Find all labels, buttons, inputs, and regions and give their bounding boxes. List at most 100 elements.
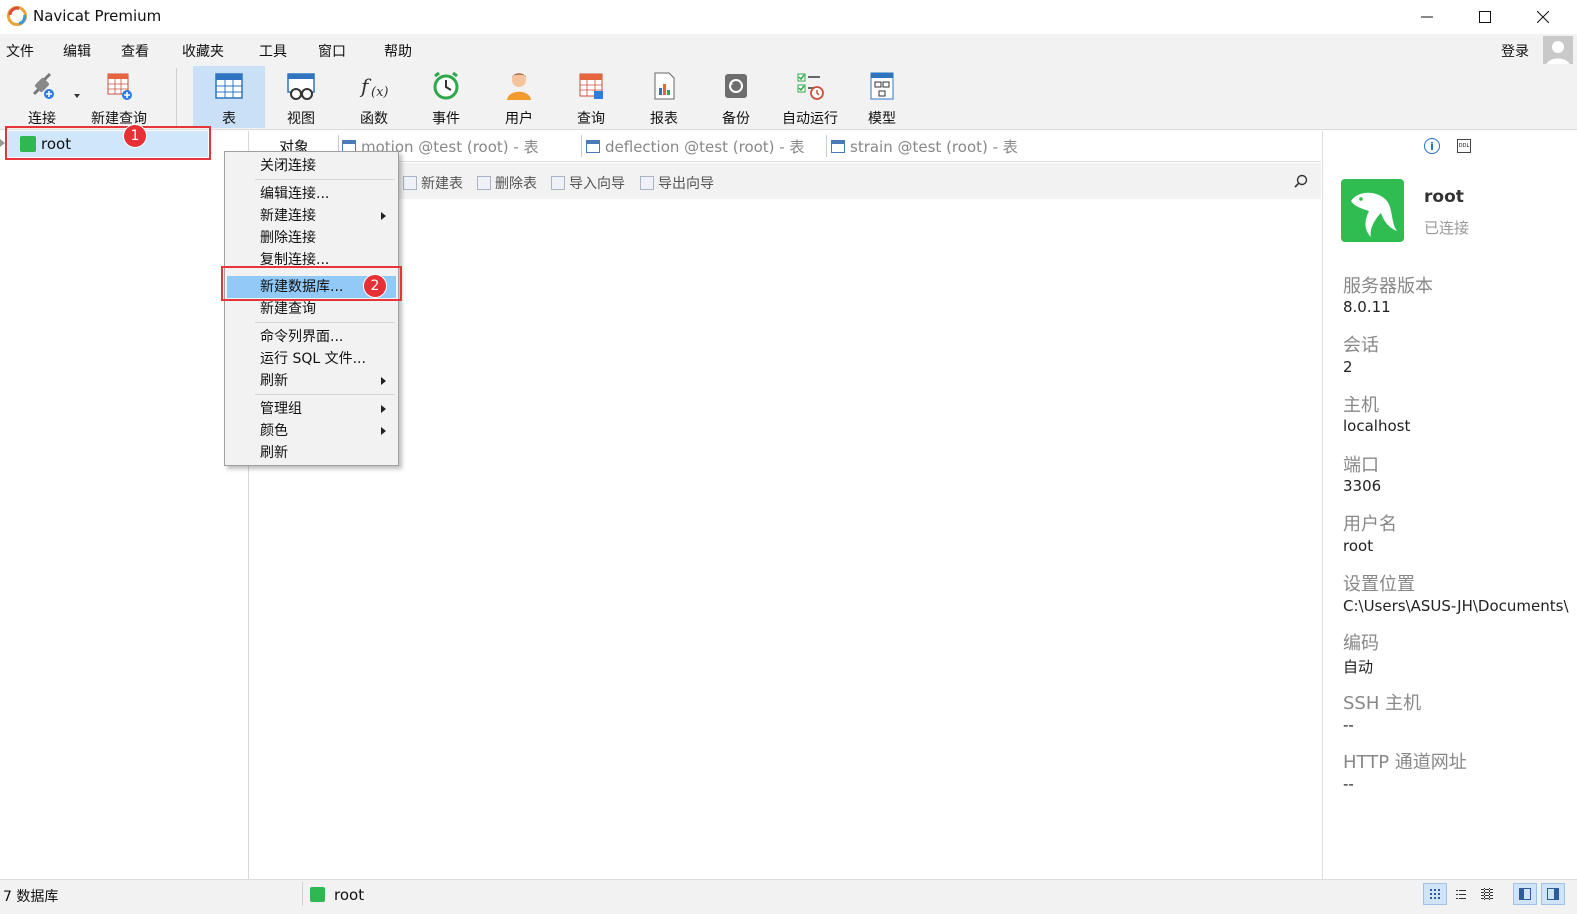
menu-item-label: 刷新 — [260, 373, 288, 389]
report-button[interactable]: 报表 — [633, 66, 695, 128]
prop-value-server-version: 8.0.11 — [1343, 298, 1391, 316]
window-title: Navicat Premium — [33, 7, 162, 25]
clock-icon — [433, 71, 459, 100]
function-button[interactable]: f (x) 函数 — [343, 66, 405, 128]
connection-name: root — [1424, 187, 1464, 207]
close-button[interactable] — [1514, 0, 1572, 34]
detail-view-button[interactable] — [1475, 883, 1499, 905]
menu-window[interactable]: 窗口 — [318, 41, 346, 61]
status-divider — [302, 882, 303, 906]
import-icon — [551, 176, 565, 190]
list-view-button[interactable] — [1449, 883, 1473, 905]
info-pane: i DDL root 已连接 服务器版本 8.0.11 会话 2 主机 loca… — [1322, 131, 1577, 879]
menu-separator — [255, 322, 395, 323]
prop-label-sessions: 会话 — [1343, 335, 1379, 356]
new-query-button[interactable]: 新建查询 — [86, 66, 152, 128]
ddl-icon[interactable]: DDL — [1457, 139, 1471, 153]
dolphin-shape — [1351, 192, 1397, 237]
tab-label: strain @test (root) - 表 — [850, 137, 1018, 156]
svg-text:(x): (x) — [371, 85, 388, 100]
menu-item-label: 新建查询 — [260, 301, 316, 317]
object-list-area[interactable] — [250, 199, 1321, 879]
menu-item-color[interactable]: 颜色 — [227, 420, 396, 442]
view-button[interactable]: 视图 — [270, 66, 332, 128]
plug-icon — [32, 72, 54, 99]
info-icon[interactable]: i — [1424, 138, 1440, 154]
connection-status: 已连接 — [1424, 219, 1470, 237]
menu-help[interactable]: 帮助 — [384, 41, 412, 61]
prop-label-username: 用户名 — [1343, 514, 1397, 535]
left-pane-icon — [1519, 888, 1531, 900]
menu-item-new-query[interactable]: 新建查询 — [227, 298, 396, 320]
table-icon — [586, 139, 600, 153]
prop-label-host: 主机 — [1343, 395, 1379, 416]
prop-value-http-tunnel: -- — [1343, 775, 1354, 793]
menu-file[interactable]: 文件 — [6, 41, 34, 61]
menu-bar: 文件 编辑 查看 收藏夹 工具 窗口 帮助 — [0, 34, 1577, 64]
prop-label-port: 端口 — [1343, 455, 1379, 476]
menu-item-run-sql-file[interactable]: 运行 SQL 文件... — [227, 348, 396, 370]
menu-tools[interactable]: 工具 — [259, 41, 287, 61]
table-button[interactable]: 表 — [193, 66, 265, 128]
status-bar: 7 数据库 root — [0, 879, 1577, 914]
tab-strain-table[interactable]: strain @test (root) - 表 — [831, 131, 1071, 161]
login-link[interactable]: 登录 — [1501, 41, 1529, 61]
new-table-button[interactable]: 新建表 — [403, 173, 463, 193]
menu-separator — [255, 394, 395, 395]
tab-label: deflection @test (root) - 表 — [605, 137, 805, 156]
main-toolbar: 连接 新建查询 表 视图 f (x) 函数 事件 用户 查询 报表 备份 自动运… — [0, 64, 1577, 130]
tab-deflection-table[interactable]: deflection @test (root) - 表 — [586, 131, 826, 161]
maximize-button[interactable] — [1456, 0, 1514, 34]
menu-edit[interactable]: 编辑 — [63, 41, 91, 61]
query-label: 查询 — [577, 111, 605, 127]
context-menu: 关闭连接 编辑连接... 新建连接 删除连接 复制连接... 新建数据库... … — [224, 151, 399, 466]
table-icon — [215, 73, 243, 99]
menu-item-close-connection[interactable]: 关闭连接 — [227, 155, 396, 177]
import-wizard-button[interactable]: 导入向导 — [551, 173, 625, 193]
menu-item-label: 管理组 — [260, 401, 302, 417]
user-silhouette-icon — [1546, 41, 1570, 66]
grid-view-button[interactable] — [1423, 883, 1447, 905]
query-icon — [579, 73, 603, 99]
model-button[interactable]: 模型 — [851, 66, 913, 128]
status-connection-name: root — [334, 886, 365, 904]
dropdown-arrow-icon[interactable] — [74, 94, 80, 98]
user-button[interactable]: 用户 — [488, 66, 550, 128]
export-wizard-button[interactable]: 导出向导 — [640, 173, 714, 193]
delete-table-button[interactable]: 删除表 — [477, 173, 537, 193]
menu-item-manage-group[interactable]: 管理组 — [227, 398, 396, 420]
menu-separator — [255, 179, 395, 180]
menu-view[interactable]: 查看 — [121, 41, 149, 61]
query-button[interactable]: 查询 — [560, 66, 622, 128]
menu-item-delete-connection[interactable]: 删除连接 — [227, 227, 396, 249]
toolbar-separator — [176, 68, 177, 126]
menu-item-refresh[interactable]: 刷新 — [227, 442, 396, 464]
prop-value-encoding: 自动 — [1343, 658, 1374, 676]
connect-label: 连接 — [28, 111, 56, 127]
submenu-arrow-icon — [381, 377, 386, 385]
menu-item-label: 关闭连接 — [260, 158, 316, 174]
menu-favorites[interactable]: 收藏夹 — [182, 41, 224, 61]
user-icon — [507, 73, 531, 100]
toggle-right-pane-button[interactable] — [1541, 883, 1565, 905]
menu-item-console[interactable]: 命令列界面... — [227, 326, 396, 348]
avatar[interactable] — [1543, 36, 1573, 66]
right-pane-icon — [1547, 888, 1559, 900]
connect-button[interactable]: 连接 — [14, 66, 70, 128]
menu-item-label: 刷新 — [260, 445, 288, 461]
prop-value-sessions: 2 — [1343, 358, 1353, 376]
menu-item-new-connection[interactable]: 新建连接 — [227, 205, 396, 227]
annotation-step-badge: 2 — [363, 274, 387, 298]
automation-button[interactable]: 自动运行 — [774, 66, 846, 128]
submenu-arrow-icon — [381, 405, 386, 413]
minimize-button[interactable] — [1398, 0, 1456, 34]
search-icon[interactable] — [1294, 174, 1308, 188]
grid-view-icon — [1430, 889, 1440, 899]
prop-value-ssh-host: -- — [1343, 716, 1354, 734]
backup-button[interactable]: 备份 — [705, 66, 767, 128]
menu-item-refresh-submenu[interactable]: 刷新 — [227, 370, 396, 392]
event-button[interactable]: 事件 — [415, 66, 477, 128]
toggle-left-pane-button[interactable] — [1513, 883, 1537, 905]
menu-item-edit-connection[interactable]: 编辑连接... — [227, 183, 396, 205]
table-icon — [831, 139, 845, 153]
